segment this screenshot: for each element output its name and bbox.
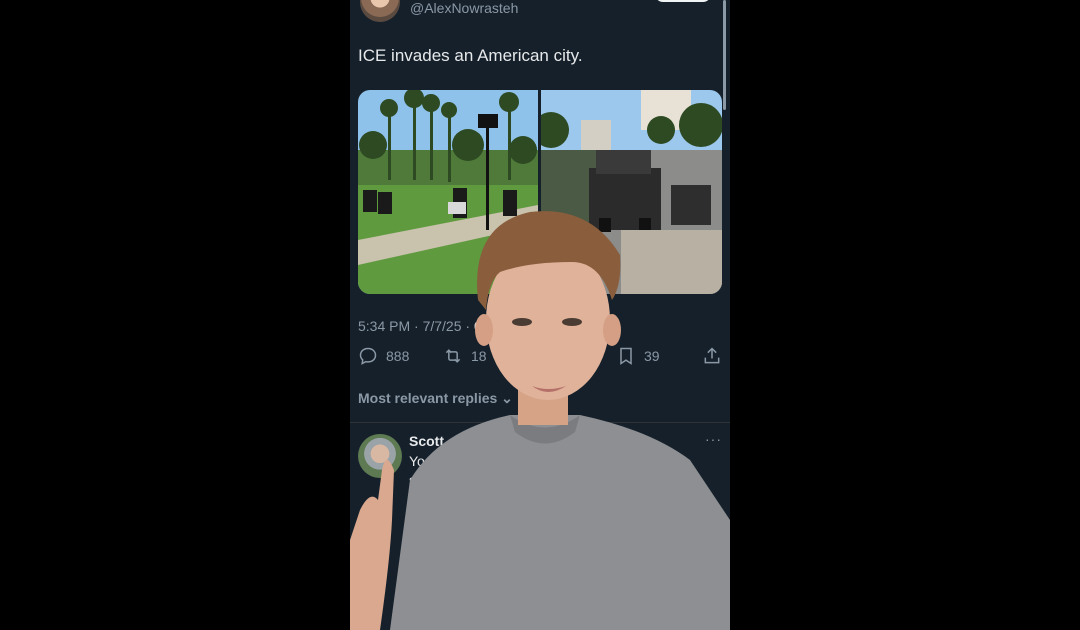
presenter-video-overlay <box>350 211 730 630</box>
tweet-detail-screen: @AlexNowrasteh ICE invades an American c… <box>350 0 730 630</box>
